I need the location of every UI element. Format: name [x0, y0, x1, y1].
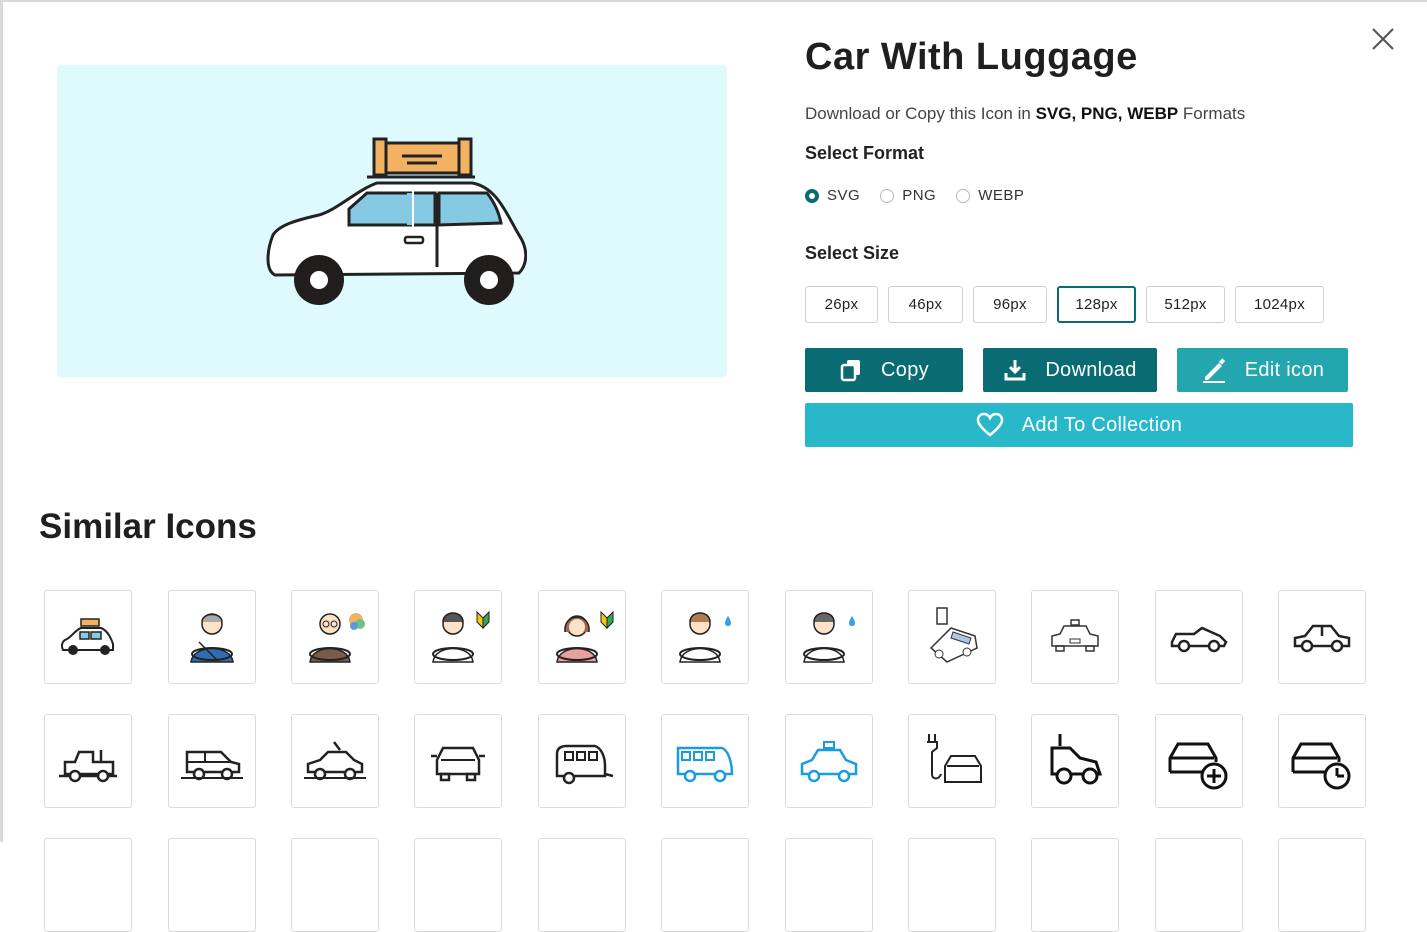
electric-car-charging-icon [929, 607, 978, 663]
copy-label: Copy [881, 358, 929, 381]
format-radio-group: SVG PNG WEBP [805, 187, 1024, 204]
icon-preview [57, 65, 727, 377]
format-option-svg[interactable]: SVG [805, 187, 860, 204]
toy-car-icon [1050, 734, 1103, 785]
similar-icon-tile[interactable] [291, 714, 379, 808]
similar-icon-tile[interactable] [1155, 838, 1243, 932]
size-96px-button[interactable]: 96px [973, 286, 1047, 323]
add-to-collection-button[interactable]: Add To Collection [805, 403, 1353, 447]
similar-icon-tile[interactable] [538, 838, 626, 932]
close-icon[interactable] [1368, 24, 1398, 54]
similar-icon-tile[interactable] [168, 590, 256, 684]
add-car-icon [1168, 742, 1228, 790]
car-clock-icon [1291, 742, 1351, 790]
similar-icon-tile[interactable] [785, 714, 873, 808]
icon-detail-modal: Car With Luggage Download or Copy this I… [0, 0, 1427, 932]
format-webp-label: WEBP [978, 187, 1025, 204]
similar-icon-tile[interactable] [1031, 838, 1119, 932]
similar-icon-tile[interactable] [1155, 714, 1243, 808]
taxi-blue-icon [800, 741, 858, 783]
similar-icon-tile[interactable] [908, 838, 996, 932]
format-option-webp[interactable]: WEBP [956, 187, 1024, 204]
edit-icon-button[interactable]: Edit icon [1177, 348, 1348, 392]
car-luggage-preview-icon [266, 137, 527, 305]
similar-icon-tile[interactable] [661, 838, 749, 932]
similar-icon-tile[interactable] [168, 714, 256, 808]
similar-icons-title: Similar Icons [39, 507, 257, 546]
subtitle-suffix: Formats [1178, 104, 1246, 123]
taxi-car-icon [304, 741, 366, 781]
similar-icon-tile[interactable] [1031, 714, 1119, 808]
radio-svg[interactable] [805, 188, 819, 203]
similar-icon-tile[interactable] [1031, 590, 1119, 684]
size-1024px-button[interactable]: 1024px [1235, 286, 1324, 323]
elderly-man-driving-icon [190, 613, 234, 663]
similar-icon-tile[interactable] [538, 714, 626, 808]
edit-label: Edit icon [1244, 358, 1325, 381]
radio-webp[interactable] [956, 188, 971, 203]
similar-icon-tile[interactable] [1278, 590, 1366, 684]
similar-icon-tile[interactable] [1155, 590, 1243, 684]
similar-icon-tile[interactable] [168, 838, 256, 932]
size-46px-button[interactable]: 46px [888, 286, 963, 323]
similar-icon-tile[interactable] [44, 714, 132, 808]
radio-png[interactable] [880, 188, 895, 203]
convertible-car-icon [1170, 626, 1228, 653]
similar-icon-tile[interactable] [661, 590, 749, 684]
page-title: Car With Luggage [805, 36, 1138, 78]
similar-icon-tile[interactable] [414, 714, 502, 808]
similar-icon-tile[interactable] [44, 590, 132, 684]
size-512px-button[interactable]: 512px [1146, 286, 1225, 323]
collection-label: Add To Collection [1021, 413, 1183, 436]
size-128px-button[interactable]: 128px [1057, 286, 1136, 323]
vintage-car-icon [59, 750, 117, 783]
old-man-driving-senior-mark-icon [309, 613, 365, 663]
similar-icon-tile[interactable] [908, 714, 996, 808]
select-size-label: Select Size [805, 243, 900, 263]
man-driving-sweat-icon [679, 612, 731, 663]
subtitle-formats: SVG, PNG, WEBP [1035, 104, 1179, 123]
format-subtitle: Download or Copy this Icon in SVG, PNG, … [805, 104, 1245, 124]
similar-icon-tile[interactable] [785, 590, 873, 684]
similar-icon-tile[interactable] [908, 590, 996, 684]
format-png-label: PNG [902, 187, 937, 204]
size-options: 26px 46px 96px 128px 512px 1024px [805, 286, 1324, 323]
subtitle-prefix: Download or Copy this Icon in [805, 104, 1036, 123]
ev-charger-car-icon [927, 734, 982, 783]
car-front-icon [431, 746, 485, 782]
woman-driving-beginner-mark-icon [556, 610, 614, 663]
similar-icon-tile[interactable] [538, 590, 626, 684]
pencil-icon [1202, 358, 1225, 383]
download-button[interactable]: Download [983, 348, 1157, 392]
format-svg-label: SVG [827, 187, 861, 204]
similar-icon-tile[interactable] [661, 714, 749, 808]
car-luggage-color-icon [60, 618, 114, 655]
download-label: Download [1045, 358, 1137, 381]
similar-icon-tile[interactable] [414, 590, 502, 684]
similar-icon-tile[interactable] [44, 838, 132, 932]
similar-icon-tile[interactable] [414, 838, 502, 932]
format-option-png[interactable]: PNG [880, 187, 936, 204]
boy-driving-beginner-mark-icon [432, 610, 490, 663]
similar-icon-tile[interactable] [785, 838, 873, 932]
bus-blue-icon [676, 746, 734, 783]
police-car-icon [1051, 619, 1099, 652]
heart-icon [976, 412, 1004, 437]
similar-icon-tile[interactable] [1278, 714, 1366, 808]
select-format-label: Select Format [805, 143, 925, 163]
suv-car-icon [181, 750, 243, 781]
similar-icon-tile[interactable] [291, 590, 379, 684]
similar-icon-tile[interactable] [1278, 838, 1366, 932]
man-driving-sweat-gray-icon [803, 612, 855, 663]
size-26px-button[interactable]: 26px [805, 286, 878, 323]
sedan-car-icon [1293, 624, 1351, 653]
camper-trailer-icon [555, 744, 614, 785]
copy-icon [840, 360, 861, 382]
similar-icon-tile[interactable] [291, 838, 379, 932]
copy-button[interactable]: Copy [805, 348, 963, 392]
download-icon [1004, 360, 1026, 381]
